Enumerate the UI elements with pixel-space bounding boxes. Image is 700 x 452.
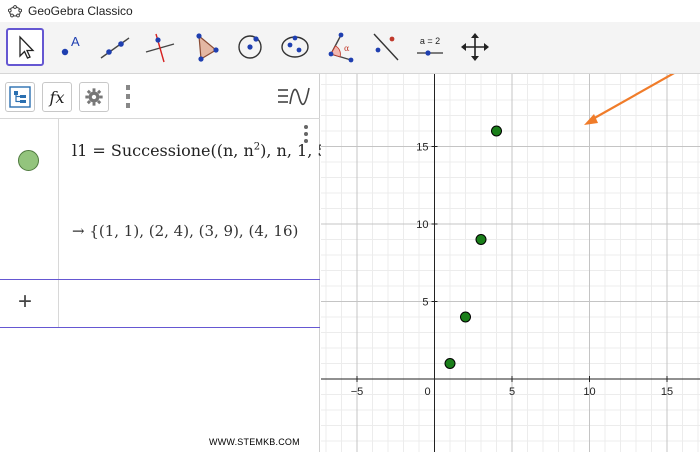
gear-icon <box>85 88 103 106</box>
polygon-tool-button[interactable] <box>186 28 224 66</box>
y-tick-label: 5 <box>422 297 428 309</box>
sequence-point <box>460 311 471 323</box>
circle-center-icon <box>238 35 262 59</box>
algebra-entry-l1[interactable]: l1 = Successione((n, n2), n, 1, 5) → {(1… <box>0 118 334 280</box>
x-tick-label: 0 <box>424 386 430 398</box>
move-tool-button[interactable] <box>6 28 44 66</box>
graphics-view[interactable]: −5 0 5 10 15 5 10 15 <box>321 74 700 452</box>
arrow-line <box>590 74 675 121</box>
settings-button[interactable] <box>79 82 109 112</box>
perpendicular-line-tool-button[interactable] <box>141 28 179 66</box>
fx-icon: 𝑓x <box>49 87 65 107</box>
x-tick-label: −5 <box>351 386 364 398</box>
polygon-icon <box>196 33 219 62</box>
visibility-toggle-icon[interactable] <box>18 150 39 171</box>
point-icon: A <box>61 34 80 56</box>
algebra-view-toggle[interactable] <box>5 82 35 112</box>
sequence-point <box>475 234 487 245</box>
y-tick-label: 15 <box>416 142 428 154</box>
window-title: GeoGebra Classico <box>28 4 133 18</box>
watermark-text: WWW.STEMKB.COM <box>209 437 300 447</box>
algebra-view: 𝑓x l1 = Successione((n, n2), n, 1, 5) → … <box>0 74 334 452</box>
plus-icon[interactable]: + <box>18 288 32 316</box>
move-graphics-view-button[interactable] <box>456 28 494 66</box>
slider-icon: a = 2 <box>417 36 443 56</box>
x-tick-label: 15 <box>661 386 673 398</box>
reflect-icon <box>373 33 399 61</box>
point-tool-button[interactable]: A <box>51 28 89 66</box>
graphics-canvas[interactable]: −5 0 5 10 15 5 10 15 <box>321 74 700 452</box>
entry-menu-icon[interactable] <box>304 125 310 146</box>
geogebra-logo-icon <box>8 4 22 18</box>
move-cross-arrows-icon <box>461 33 489 61</box>
angle-icon: α <box>328 32 354 63</box>
definition-prefix: l1 = Successione((n, n <box>72 141 254 160</box>
x-tick-label: 10 <box>583 386 595 398</box>
sequence-point <box>444 358 456 369</box>
conic-icon <box>281 35 309 58</box>
entry-value: → {(1, 1), (2, 4), (3, 9), (4, 16) <box>72 222 299 240</box>
angle-tool-button[interactable]: α <box>321 28 359 66</box>
toolbar: A α a = 2 <box>0 22 700 74</box>
line-icon <box>100 37 130 59</box>
slider-tool-button[interactable]: a = 2 <box>411 28 449 66</box>
conic-tool-button[interactable] <box>276 28 314 66</box>
title-bar: GeoGebra Classico <box>0 0 700 22</box>
point-tool-label: A <box>71 34 80 49</box>
sequence-point <box>491 125 502 137</box>
entry-divider <box>58 280 59 327</box>
x-tick-labels: −5 0 5 10 15 <box>351 386 673 398</box>
entry-definition[interactable]: l1 = Successione((n, n2), n, 1, 5) <box>72 141 334 160</box>
algebra-view-icon <box>9 86 31 108</box>
algebra-header: 𝑓x <box>0 74 320 118</box>
fx-button[interactable]: 𝑓x <box>42 82 72 112</box>
perpendicular-line-icon <box>145 33 175 63</box>
circle-tool-button[interactable] <box>231 28 269 66</box>
new-entry-row[interactable]: + <box>0 280 320 328</box>
reflect-tool-button[interactable] <box>366 28 404 66</box>
angle-tool-label: α <box>344 44 350 53</box>
geogebra-window: GeoGebra Classico A α a = 2 𝑓x l1 = Succ… <box>0 0 700 452</box>
graph-style-icon <box>278 87 310 106</box>
cursor-arrow-icon <box>19 35 35 59</box>
more-icon <box>126 85 130 108</box>
graph-style-button[interactable] <box>276 82 312 112</box>
y-tick-labels: 5 10 15 <box>416 142 428 309</box>
more-options-button[interactable] <box>113 82 143 112</box>
y-tick-label: 10 <box>416 219 428 231</box>
entry-divider <box>58 119 59 279</box>
line-tool-button[interactable] <box>96 28 134 66</box>
x-tick-label: 5 <box>509 386 515 398</box>
slider-tool-label: a = 2 <box>420 36 440 46</box>
